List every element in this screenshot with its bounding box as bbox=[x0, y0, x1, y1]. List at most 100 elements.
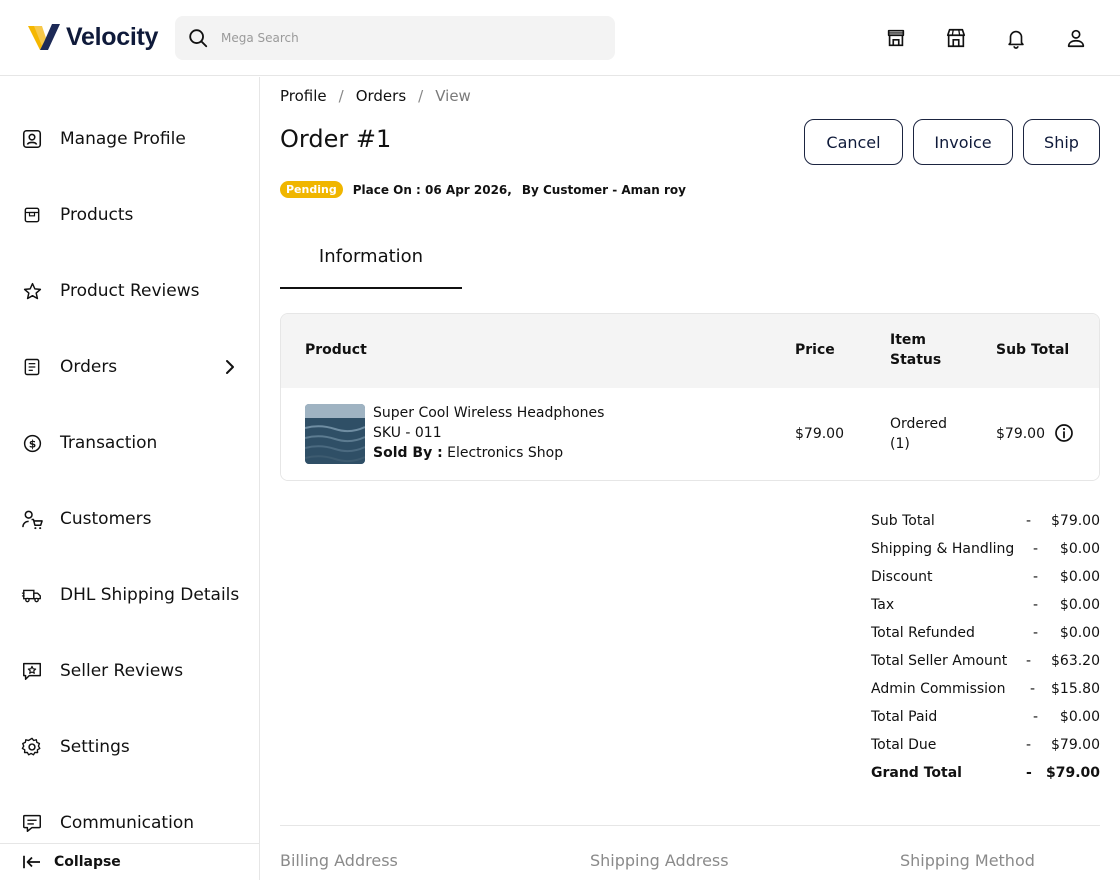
summary-label: Grand Total bbox=[871, 765, 962, 781]
order-meta: Pending Place On : 06 Apr 2026, By Custo… bbox=[280, 181, 686, 198]
breadcrumb-profile[interactable]: Profile bbox=[280, 87, 327, 105]
star-icon bbox=[20, 279, 44, 303]
product-seller: Sold By : Electronics Shop bbox=[373, 445, 563, 461]
order-items-table: Product Price Item Status Sub Total Supe… bbox=[280, 313, 1100, 481]
tab-information[interactable]: Information bbox=[280, 225, 462, 289]
summary-value: $79.00 bbox=[1045, 765, 1100, 781]
top-header: Velocity bbox=[0, 0, 1120, 76]
summary-value: $0.00 bbox=[1059, 597, 1100, 613]
summary-row-total-refunded: Total Refunded - $0.00 bbox=[871, 625, 1100, 645]
summary-row-shipping: Shipping & Handling - $0.00 bbox=[871, 541, 1100, 561]
breadcrumb: Profile / Orders / View bbox=[280, 87, 471, 105]
summary-row-sub-total: Sub Total - $79.00 bbox=[871, 513, 1100, 533]
column-header-price: Price bbox=[795, 342, 835, 358]
dollar-icon: $ bbox=[20, 431, 44, 455]
brand-name: Velocity bbox=[66, 22, 159, 51]
table-row: Super Cool Wireless Headphones SKU - 011… bbox=[281, 388, 1099, 480]
profile-icon bbox=[20, 127, 44, 151]
summary-value: $0.00 bbox=[1059, 541, 1100, 557]
sidebar-item-label: Products bbox=[60, 205, 134, 225]
summary-separator: - bbox=[1033, 597, 1039, 613]
bell-icon[interactable] bbox=[1004, 26, 1028, 50]
column-header-item-status-line1: Item bbox=[890, 332, 926, 348]
column-header-product: Product bbox=[305, 342, 367, 358]
ship-button[interactable]: Ship bbox=[1023, 119, 1100, 165]
invoice-button[interactable]: Invoice bbox=[913, 119, 1013, 165]
breadcrumb-orders[interactable]: Orders bbox=[356, 87, 406, 105]
summary-separator: - bbox=[1033, 709, 1039, 725]
placed-on-text: Place On : 06 Apr 2026, bbox=[352, 182, 512, 197]
sold-by-label: Sold By : bbox=[373, 445, 443, 461]
item-price: $79.00 bbox=[795, 426, 844, 442]
sidebar-item-seller-reviews[interactable]: Seller Reviews bbox=[0, 646, 259, 696]
item-status: Ordered (1) bbox=[890, 414, 947, 454]
summary-value: $63.20 bbox=[1051, 653, 1100, 669]
summary-row-total-due: Total Due - $79.00 bbox=[871, 737, 1100, 757]
summary-label: Sub Total bbox=[871, 513, 935, 529]
summary-label: Discount bbox=[871, 569, 933, 585]
summary-label: Total Due bbox=[871, 737, 937, 753]
billing-address-heading: Billing Address bbox=[280, 851, 398, 870]
summary-separator: - bbox=[1026, 765, 1032, 781]
sidebar-item-manage-profile[interactable]: Manage Profile bbox=[0, 114, 259, 164]
summary-separator: - bbox=[1033, 569, 1039, 585]
summary-row-total-paid: Total Paid - $0.00 bbox=[871, 709, 1100, 729]
search-icon bbox=[189, 29, 208, 48]
summary-label: Total Refunded bbox=[871, 625, 975, 641]
summary-label: Shipping & Handling bbox=[871, 541, 1015, 557]
sidebar-item-transaction[interactable]: $ Transaction bbox=[0, 418, 259, 468]
section-divider bbox=[280, 825, 1100, 826]
sidebar-item-label: Manage Profile bbox=[60, 129, 186, 149]
search-input[interactable] bbox=[221, 31, 601, 45]
summary-value: $0.00 bbox=[1059, 625, 1100, 641]
summary-label: Total Paid bbox=[871, 709, 938, 725]
summary-row-tax: Tax - $0.00 bbox=[871, 597, 1100, 617]
sidebar-item-settings[interactable]: Settings bbox=[0, 722, 259, 772]
sold-by-value: Electronics Shop bbox=[442, 445, 564, 461]
summary-row-grand-total: Grand Total - $79.00 bbox=[871, 765, 1100, 785]
collapse-sidebar-button[interactable]: Collapse bbox=[0, 843, 259, 880]
summary-separator: - bbox=[1026, 737, 1032, 753]
sidebar-item-label: Communication bbox=[60, 813, 194, 833]
sidebar-item-label: Customers bbox=[60, 509, 152, 529]
sidebar-item-customers[interactable]: Customers bbox=[0, 494, 259, 544]
summary-separator: - bbox=[1026, 653, 1032, 669]
summary-value: $79.00 bbox=[1051, 513, 1100, 529]
sidebar-item-product-reviews[interactable]: Product Reviews bbox=[0, 266, 259, 316]
svg-text:$: $ bbox=[28, 438, 35, 450]
collapse-label: Collapse bbox=[54, 854, 121, 870]
sidebar-item-dhl-shipping-details[interactable]: DHL Shipping Details bbox=[0, 570, 259, 620]
truck-icon bbox=[20, 583, 44, 607]
status-badge: Pending bbox=[280, 181, 343, 198]
column-header-sub-total: Sub Total bbox=[996, 342, 1070, 358]
summary-separator: - bbox=[1033, 625, 1039, 641]
gear-icon bbox=[20, 735, 44, 759]
summary-value: $79.00 bbox=[1051, 737, 1100, 753]
cancel-button[interactable]: Cancel bbox=[804, 119, 903, 165]
chat-icon bbox=[20, 811, 44, 835]
sidebar-item-orders[interactable]: Orders bbox=[0, 342, 259, 392]
sidebar: Manage Profile Products Product Reviews … bbox=[0, 77, 260, 880]
user-icon[interactable] bbox=[1064, 26, 1088, 50]
sidebar-item-label: DHL Shipping Details bbox=[60, 585, 240, 605]
info-icon[interactable] bbox=[1054, 423, 1074, 443]
item-status-line2: (1) bbox=[890, 436, 910, 452]
summary-row-discount: Discount - $0.00 bbox=[871, 569, 1100, 589]
product-name[interactable]: Super Cool Wireless Headphones bbox=[373, 405, 604, 421]
main-content: Profile / Orders / View Order #1 Cancel … bbox=[280, 77, 1100, 880]
brand-logo[interactable]: Velocity bbox=[28, 22, 158, 52]
product-thumbnail[interactable] bbox=[305, 404, 365, 464]
mega-search-bar[interactable] bbox=[175, 16, 615, 60]
shipping-method-heading: Shipping Method bbox=[900, 851, 1035, 870]
store-icon[interactable] bbox=[884, 26, 908, 50]
summary-label: Total Seller Amount bbox=[871, 653, 1008, 669]
shipping-address-heading: Shipping Address bbox=[590, 851, 729, 870]
sidebar-item-label: Settings bbox=[60, 737, 130, 757]
item-sub-total: $79.00 bbox=[996, 426, 1045, 442]
shop-icon[interactable] bbox=[944, 26, 968, 50]
review-icon bbox=[20, 659, 44, 683]
sidebar-item-products[interactable]: Products bbox=[0, 190, 259, 240]
product-sku: SKU - 011 bbox=[373, 425, 442, 441]
summary-row-admin-commission: Admin Commission - $15.80 bbox=[871, 681, 1100, 701]
sidebar-item-communication[interactable]: Communication bbox=[0, 798, 259, 848]
